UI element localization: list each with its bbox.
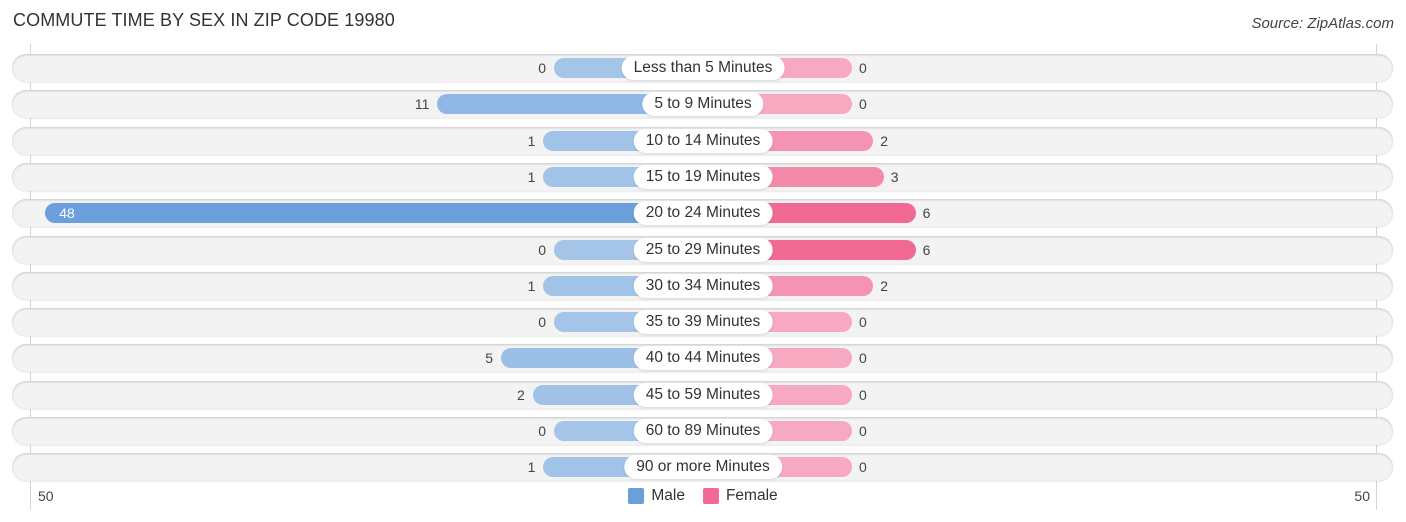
value-label-female: 0 xyxy=(859,96,867,112)
legend-swatch-female xyxy=(702,488,719,504)
category-label: 5 to 9 Minutes xyxy=(642,92,764,116)
value-label-female: 0 xyxy=(859,387,867,403)
category-label: 25 to 29 Minutes xyxy=(633,238,773,262)
value-label-male: 2 xyxy=(517,387,525,403)
value-label-male: 1 xyxy=(527,169,536,185)
value-label-male: 1 xyxy=(527,133,536,149)
legend-item-female: Female xyxy=(702,487,778,505)
legend-swatch-male xyxy=(628,488,645,504)
category-label: 20 to 24 Minutes xyxy=(633,201,773,225)
value-label-female: 0 xyxy=(859,60,867,76)
source-credit: Source: ZipAtlas.com xyxy=(1251,15,1394,32)
category-label: 35 to 39 Minutes xyxy=(633,310,773,334)
value-label-female: 0 xyxy=(859,314,867,330)
legend: Male Female xyxy=(0,487,1406,505)
value-label-female: 0 xyxy=(859,423,867,439)
value-label-male: 0 xyxy=(538,423,546,439)
value-label-male: 5 xyxy=(485,350,493,366)
value-label-female: 2 xyxy=(880,278,888,294)
value-label-female: 0 xyxy=(859,350,867,366)
bar-male-20-to-24-minutes[interactable] xyxy=(45,203,703,223)
category-label: 60 to 89 Minutes xyxy=(633,419,773,443)
category-label: 15 to 19 Minutes xyxy=(633,165,773,189)
value-label-female: 3 xyxy=(890,169,899,185)
value-label-male: 48 xyxy=(59,205,75,221)
legend-item-male: Male xyxy=(628,487,685,505)
value-label-female: 0 xyxy=(859,459,867,475)
chart-title: COMMUTE TIME BY SEX IN ZIP CODE 19980 xyxy=(13,10,395,30)
category-label: Less than 5 Minutes xyxy=(621,56,785,80)
category-label: 40 to 44 Minutes xyxy=(633,346,773,370)
value-label-male: 1 xyxy=(527,459,536,475)
legend-label-male: Male xyxy=(651,487,685,504)
category-label: 10 to 14 Minutes xyxy=(633,129,773,153)
category-label: 90 or more Minutes xyxy=(624,455,782,479)
value-label-male: 0 xyxy=(538,242,546,258)
value-label-female: 2 xyxy=(880,133,888,149)
value-label-female: 6 xyxy=(922,242,931,258)
value-label-female: 6 xyxy=(922,205,931,221)
value-label-male: 11 xyxy=(414,96,430,112)
category-label: 30 to 34 Minutes xyxy=(633,274,773,298)
value-label-male: 0 xyxy=(538,314,546,330)
value-label-male: 1 xyxy=(527,278,536,294)
legend-label-female: Female xyxy=(725,487,778,504)
value-label-male: 0 xyxy=(538,60,546,76)
category-label: 45 to 59 Minutes xyxy=(633,383,773,407)
